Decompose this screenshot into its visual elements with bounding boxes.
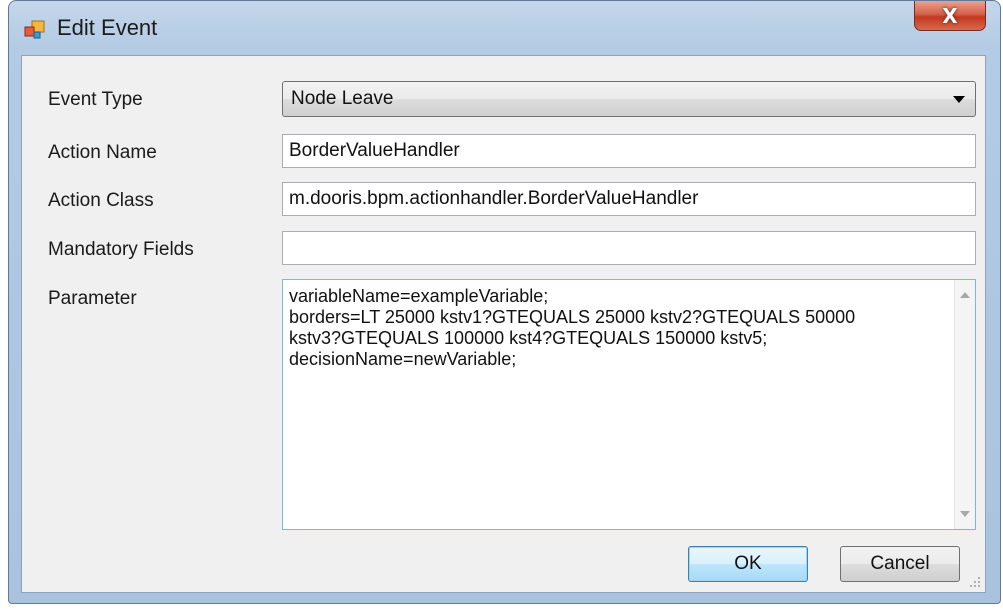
event-type-value: Node Leave: [291, 88, 394, 109]
window-title: Edit Event: [57, 15, 158, 40]
scroll-up-icon[interactable]: [960, 292, 970, 298]
scroll-down-icon[interactable]: [960, 511, 970, 517]
action-name-label: Action Name: [48, 142, 157, 163]
close-icon: X: [942, 3, 958, 28]
ok-button-label: OK: [734, 553, 762, 574]
close-button[interactable]: X: [914, 1, 986, 31]
action-class-input[interactable]: m.dooris.bpm.actionhandler.BorderValueHa…: [282, 182, 976, 216]
resize-grip-icon[interactable]: [969, 576, 981, 588]
cancel-button[interactable]: Cancel: [840, 546, 960, 582]
cancel-button-label: Cancel: [870, 553, 930, 574]
vertical-scrollbar[interactable]: [954, 280, 975, 529]
ok-button[interactable]: OK: [688, 546, 808, 582]
parameter-label: Parameter: [48, 288, 137, 309]
chevron-down-icon: [953, 96, 965, 103]
form-icon: [24, 20, 45, 39]
event-type-label: Event Type: [48, 89, 143, 110]
title-bar[interactable]: Edit Event X: [9, 1, 1000, 53]
mandatory-fields-label: Mandatory Fields: [48, 239, 194, 260]
dialog-body: Event Type Node Leave Action Name Border…: [21, 55, 986, 593]
event-type-select[interactable]: Node Leave: [282, 81, 976, 117]
edit-event-dialog: Edit Event X Event Type Node Leave Actio…: [8, 0, 1001, 604]
parameter-textarea[interactable]: variableName=exampleVariable; borders=LT…: [282, 279, 976, 530]
parameter-text: variableName=exampleVariable; borders=LT…: [289, 286, 856, 369]
action-class-label: Action Class: [48, 190, 154, 211]
mandatory-fields-input[interactable]: [282, 231, 976, 265]
action-name-input[interactable]: BorderValueHandler: [282, 134, 976, 168]
